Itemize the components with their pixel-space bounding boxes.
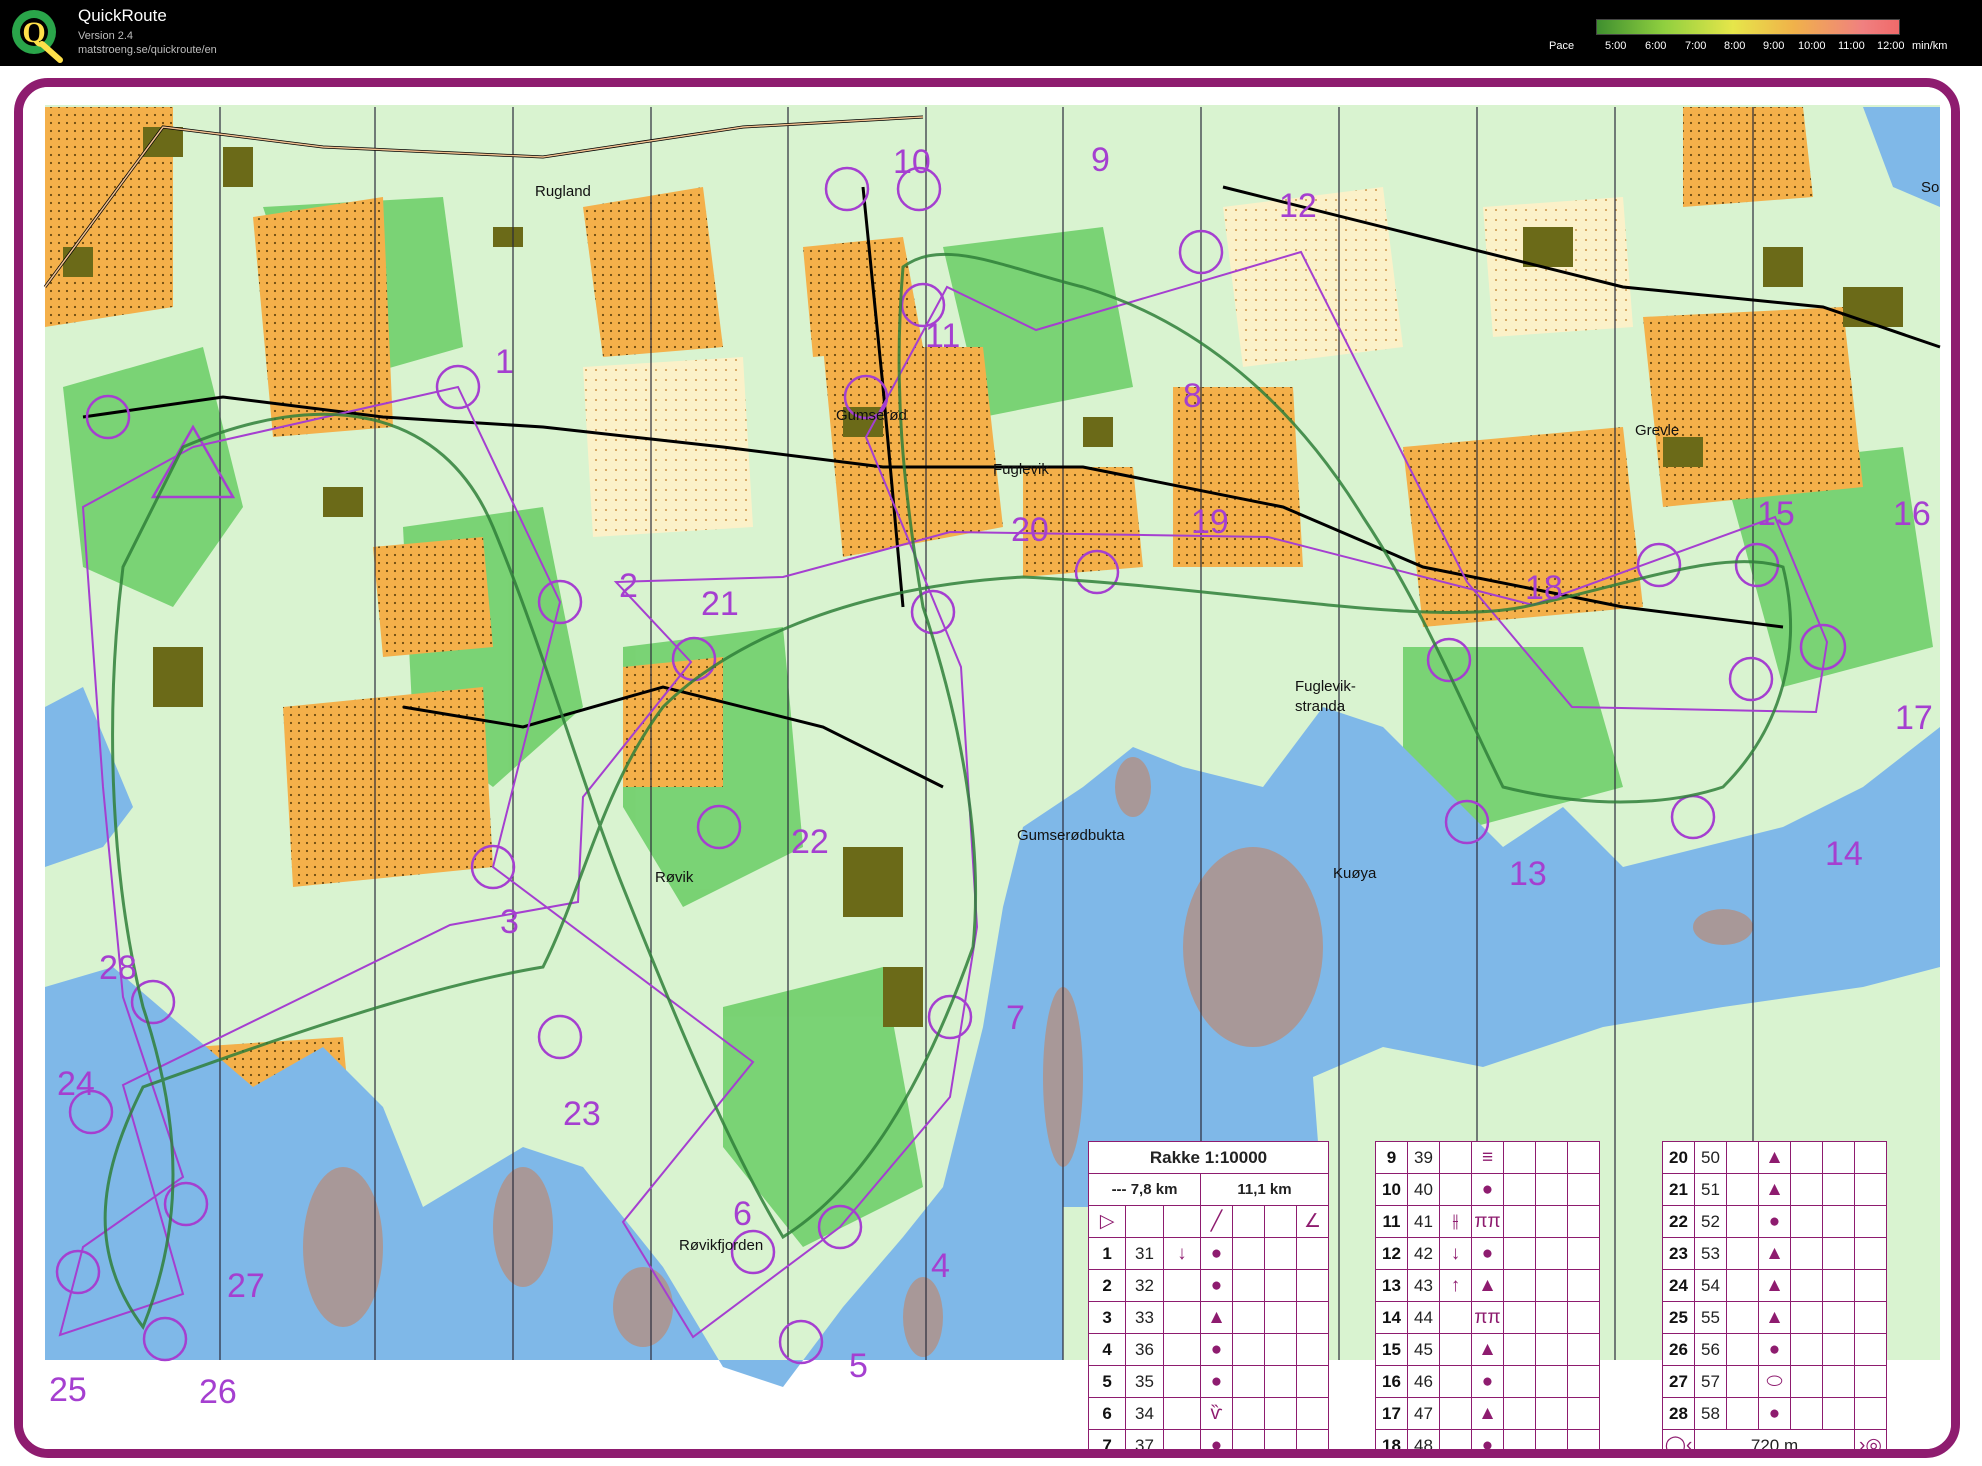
control-number: 4: [931, 1247, 950, 1285]
control-row: 15 45 ▲: [1375, 1333, 1600, 1366]
pace-label: Pace: [1549, 40, 1575, 52]
funnel-start-icon: ◯‹: [1662, 1429, 1695, 1449]
orienteering-map-frame[interactable]: Rugland Gumserød Fuglevik Grevle Fuglevi…: [14, 78, 1960, 1458]
control-row: 1 31 ↓ ●: [1087, 1237, 1329, 1270]
control-number: 13: [1509, 855, 1547, 893]
control-number: 9: [1091, 141, 1110, 179]
finish-icon: ›◎: [1854, 1429, 1887, 1449]
control-number: 22: [791, 823, 829, 861]
course-length-short: --- 7,8 km: [1088, 1173, 1201, 1206]
control-row: 28 58 ●: [1662, 1397, 1887, 1430]
app-version: Version 2.4: [78, 30, 134, 42]
control-row: 14 44 ππ: [1375, 1301, 1600, 1334]
control-number: 6: [733, 1195, 752, 1233]
place-name: Kuøya: [1333, 865, 1377, 882]
start-row: ▷ ╱ ∠: [1087, 1205, 1329, 1238]
place-name: Fuglevik: [993, 461, 1049, 478]
control-row: 4 36 ●: [1087, 1333, 1329, 1366]
control-number: 20: [1011, 511, 1049, 549]
finish-distance: 720 m: [1694, 1429, 1855, 1449]
pace-unit: min/km: [1912, 40, 1948, 52]
angle-icon: ∠: [1296, 1205, 1329, 1238]
pace-tick: 9:00: [1763, 40, 1785, 52]
start-triangle-icon: ▷: [1087, 1205, 1127, 1238]
control-number: 18: [1525, 569, 1563, 607]
control-row: 20 50 ▲: [1662, 1141, 1887, 1174]
control-row: 7 37 ●: [1087, 1429, 1329, 1449]
finish-row: ◯‹ 720 m ›◎: [1662, 1429, 1887, 1449]
control-number: 28: [99, 949, 137, 987]
place-name: So: [1921, 179, 1940, 196]
control-row: 22 52 ●: [1662, 1205, 1887, 1238]
app-name: QuickRoute: [78, 6, 167, 25]
control-number: 1: [495, 343, 514, 381]
control-row: 6 34 ѷ: [1087, 1397, 1329, 1430]
place-name: Røvikfjorden: [679, 1237, 764, 1254]
control-row: 21 51 ▲: [1662, 1173, 1887, 1206]
control-row: 27 57 ⬭: [1662, 1365, 1887, 1398]
control-number: 11: [925, 317, 961, 355]
place-name: Gumserød: [836, 407, 907, 424]
control-number: 27: [227, 1267, 265, 1305]
control-number: 21: [701, 585, 739, 623]
control-row: 18 48 ●: [1375, 1429, 1600, 1449]
control-number: 8: [1183, 377, 1202, 415]
control-number: 26: [199, 1373, 237, 1411]
pace-tick: 12:00: [1877, 40, 1905, 52]
control-number: 16: [1893, 495, 1931, 533]
pace-tick: 10:00: [1798, 40, 1826, 52]
control-row: 11 41 ⫲ ππ: [1375, 1205, 1600, 1238]
place-name: Grevle: [1635, 422, 1680, 439]
control-row: 2 32 ●: [1087, 1269, 1329, 1302]
pace-color-gradient: [1596, 19, 1900, 35]
control-number: 3: [500, 903, 519, 941]
place-name: Rugland: [535, 183, 591, 200]
control-row: 23 53 ▲: [1662, 1237, 1887, 1270]
control-number: 14: [1825, 835, 1863, 873]
control-row: 16 46 ●: [1375, 1365, 1600, 1398]
control-row: 24 54 ▲: [1662, 1269, 1887, 1302]
control-row: 17 47 ▲: [1375, 1397, 1600, 1430]
course-length-long: 11,1 km: [1200, 1173, 1329, 1206]
course-title: Rakke 1:10000: [1088, 1141, 1329, 1174]
place-name: Fuglevik- stranda: [1295, 678, 1356, 715]
pace-tick: 11:00: [1838, 40, 1865, 52]
control-number: 10: [893, 143, 931, 181]
pace-tick: 7:00: [1685, 40, 1707, 52]
control-number: 19: [1191, 503, 1229, 541]
app-url-link[interactable]: matstroeng.se/quickroute/en: [78, 44, 217, 56]
control-description-table-2: 9 39 ≡ 10 40 ● 11 41 ⫲ ππ 12 42 ↓ ● 13 43 ↑ ▲ 14 44 ππ …: [1375, 1141, 1600, 1449]
pace-tick: 6:00: [1645, 40, 1667, 52]
control-row: 10 40 ●: [1375, 1173, 1600, 1206]
place-name: Røvik: [655, 869, 694, 886]
control-number: 23: [563, 1095, 601, 1133]
control-row: 9 39 ≡: [1375, 1141, 1600, 1174]
control-number: 15: [1757, 495, 1795, 533]
control-row: 12 42 ↓ ●: [1375, 1237, 1600, 1270]
control-number: 25: [49, 1371, 87, 1409]
control-row: 5 35 ●: [1087, 1365, 1329, 1398]
quickroute-logo-icon: Q: [12, 10, 63, 63]
control-number: 17: [1895, 699, 1933, 737]
control-number: 24: [57, 1065, 95, 1103]
app-titlebar: Q QuickRoute Version 2.4 matstroeng.se/q…: [0, 0, 1982, 66]
control-row: 26 56 ●: [1662, 1333, 1887, 1366]
slash-icon: ╱: [1200, 1205, 1233, 1238]
place-name: Gumserødbukta: [1017, 827, 1125, 844]
control-description-table-3: 20 50 ▲ 21 51 ▲ 22 52 ● 23 53 ▲ 24 54 ▲ 25 55 ▲ 26 56…: [1662, 1141, 1887, 1449]
control-row: 13 43 ↑ ▲: [1375, 1269, 1600, 1302]
control-number: 12: [1279, 187, 1317, 225]
control-number: 5: [849, 1347, 868, 1385]
pace-tick: 8:00: [1724, 40, 1746, 52]
control-description-table-1: Rakke 1:10000 --- 7,8 km 11,1 km ▷ ╱ ∠ 1…: [1087, 1141, 1329, 1449]
pace-tick: 5:00: [1605, 40, 1627, 52]
control-row: 25 55 ▲: [1662, 1301, 1887, 1334]
control-number: 7: [1006, 999, 1025, 1037]
control-row: 3 33 ▲: [1087, 1301, 1329, 1334]
control-number: 2: [619, 567, 638, 605]
